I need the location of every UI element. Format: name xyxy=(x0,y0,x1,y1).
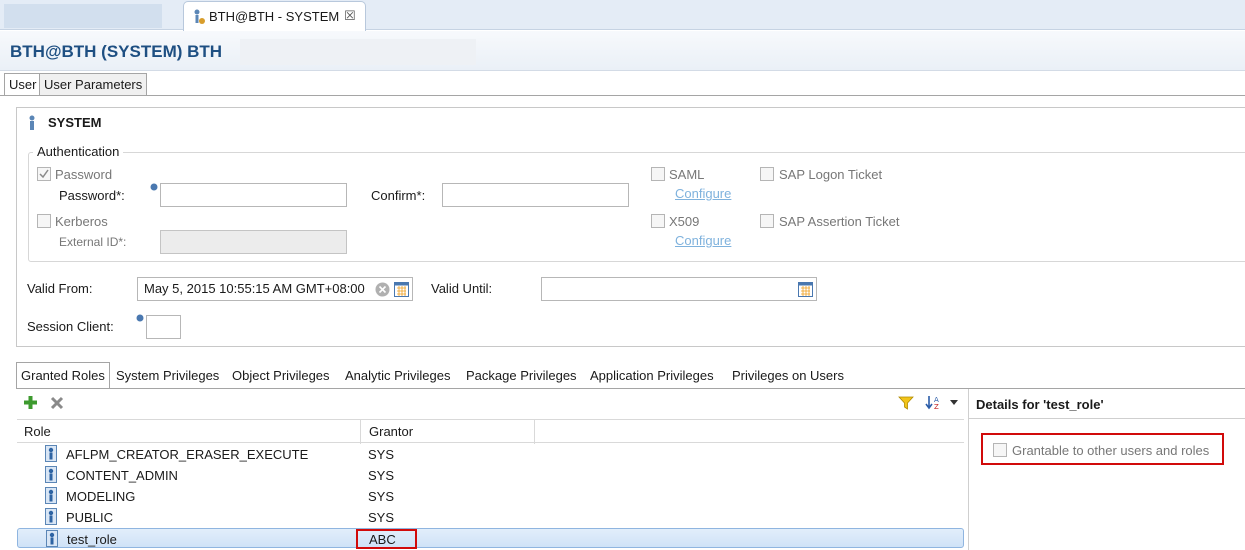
role-icon xyxy=(45,508,57,525)
valid-until-field[interactable] xyxy=(541,277,817,301)
role-name: AFLPM_CREATOR_ERASER_EXECUTE xyxy=(66,447,309,462)
role-name: PUBLIC xyxy=(66,510,113,525)
tab-user[interactable]: User xyxy=(4,73,42,95)
table-row[interactable]: AFLPM_CREATOR_ERASER_EXECUTE SYS xyxy=(17,444,964,464)
filter-icon[interactable] xyxy=(898,396,914,410)
calendar-icon[interactable] xyxy=(798,282,813,297)
table-row-selected[interactable]: test_role ABC xyxy=(17,528,964,548)
clear-icon[interactable] xyxy=(375,282,390,297)
info-icon xyxy=(136,314,144,322)
tab-analytic-privileges[interactable]: Analytic Privileges xyxy=(345,364,451,388)
role-icon xyxy=(45,466,57,483)
tab-user-parameters[interactable]: User Parameters xyxy=(39,73,148,95)
calendar-icon[interactable] xyxy=(394,282,409,297)
column-header-grantor[interactable]: Grantor xyxy=(369,424,413,439)
column-header-role[interactable]: Role xyxy=(24,424,51,439)
sort-icon[interactable]: AZ xyxy=(925,394,941,410)
external-id-label: External ID*: xyxy=(59,235,127,249)
details-title: Details for 'test_role' xyxy=(976,397,1104,412)
valid-from-value: May 5, 2015 10:55:15 AM GMT+08:00 xyxy=(144,281,365,296)
session-client-field[interactable] xyxy=(146,315,181,339)
chevron-down-icon[interactable] xyxy=(949,399,959,407)
external-id-field[interactable] xyxy=(160,230,347,254)
table-row[interactable]: MODELING SYS xyxy=(17,486,964,506)
sap-assertion-ticket-checkbox[interactable] xyxy=(760,214,774,228)
tab-divider xyxy=(0,95,1245,96)
page-title: BTH@BTH (SYSTEM) BTH xyxy=(10,42,223,61)
svg-text:Z: Z xyxy=(934,403,939,410)
password-checkbox-label: Password xyxy=(55,167,113,182)
x509-checkbox[interactable] xyxy=(651,214,665,228)
editor-tab-system[interactable]: BTH@BTH - SYSTEM ☒ xyxy=(183,1,366,31)
table-row[interactable]: CONTENT_ADMIN SYS xyxy=(17,465,964,485)
remove-icon[interactable] xyxy=(50,396,64,410)
tab-object-privileges[interactable]: Object Privileges xyxy=(232,364,330,388)
editor-tab-label: BTH@BTH - SYSTEM xyxy=(209,9,340,24)
grantable-checkbox[interactable] xyxy=(993,443,1007,457)
tab-package-privileges[interactable]: Package Privileges xyxy=(466,364,577,388)
tab-privileges-on-users[interactable]: Privileges on Users xyxy=(732,364,844,388)
column-divider xyxy=(534,420,535,444)
user-details-panel: SYSTEM Authentication Password Password*… xyxy=(16,107,1245,347)
password-field[interactable] xyxy=(160,183,347,207)
grantable-label: Grantable to other users and roles xyxy=(1012,443,1210,458)
user-icon xyxy=(29,115,35,130)
role-grantor: SYS xyxy=(368,489,395,504)
add-icon[interactable] xyxy=(23,395,38,410)
confirm-password-field[interactable] xyxy=(442,183,629,207)
saml-configure-link[interactable]: Configure xyxy=(675,186,731,201)
role-icon xyxy=(45,487,57,504)
role-icon xyxy=(45,445,57,462)
tab-system-privileges[interactable]: System Privileges xyxy=(116,364,219,388)
editor-header: BTH@BTH (SYSTEM) BTH xyxy=(0,31,1245,71)
authentication-legend: Authentication xyxy=(33,144,124,159)
sap-assertion-ticket-label: SAP Assertion Ticket xyxy=(779,214,900,229)
sap-logon-ticket-label: SAP Logon Ticket xyxy=(779,167,883,182)
x509-configure-link[interactable]: Configure xyxy=(675,233,731,248)
inactive-editor-tab[interactable] xyxy=(4,4,162,28)
password-label: Password*: xyxy=(59,188,125,203)
info-icon xyxy=(150,183,158,191)
x509-checkbox-label: X509 xyxy=(669,214,700,229)
saml-checkbox[interactable] xyxy=(651,167,665,181)
valid-from-label: Valid From: xyxy=(27,281,93,296)
kerberos-checkbox[interactable] xyxy=(37,214,51,228)
kerberos-checkbox-label: Kerberos xyxy=(55,214,108,229)
saml-checkbox-label: SAML xyxy=(669,167,705,182)
tab-application-privileges[interactable]: Application Privileges xyxy=(590,364,714,388)
details-header: Details for 'test_role' xyxy=(968,389,1245,419)
role-name: CONTENT_ADMIN xyxy=(66,468,178,483)
checkmark-icon xyxy=(39,169,49,179)
column-divider xyxy=(360,420,361,444)
close-icon[interactable]: ☒ xyxy=(344,8,356,24)
role-grantor: SYS xyxy=(368,510,395,525)
valid-from-field[interactable]: May 5, 2015 10:55:15 AM GMT+08:00 xyxy=(137,277,413,301)
valid-until-label: Valid Until: xyxy=(431,281,493,296)
roles-table-header: Role Grantor xyxy=(17,419,964,444)
table-row[interactable]: PUBLIC SYS xyxy=(17,507,964,527)
sap-logon-ticket-checkbox[interactable] xyxy=(760,167,774,181)
confirm-label: Confirm*: xyxy=(371,188,426,203)
user-icon xyxy=(194,9,205,24)
grantor-highlight-box xyxy=(356,529,417,549)
role-grantor: SYS xyxy=(368,447,395,462)
role-icon xyxy=(46,530,58,547)
user-name: SYSTEM xyxy=(48,115,102,130)
role-name: MODELING xyxy=(66,489,136,504)
role-grantor: SYS xyxy=(368,468,395,483)
tab-granted-roles[interactable]: Granted Roles xyxy=(16,362,110,389)
role-name: test_role xyxy=(67,532,117,547)
session-client-label: Session Client: xyxy=(27,319,114,334)
header-blank-area xyxy=(240,39,476,65)
password-checkbox[interactable] xyxy=(37,167,51,181)
